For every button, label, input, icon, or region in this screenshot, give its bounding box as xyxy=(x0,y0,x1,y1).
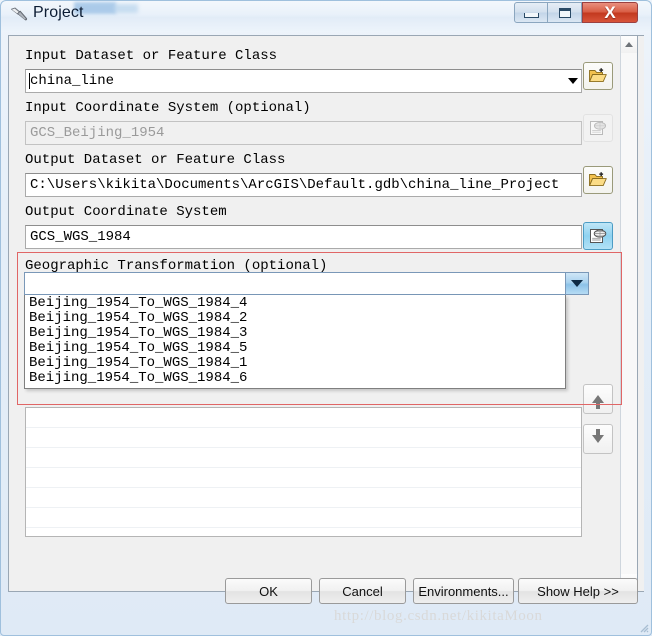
arrow-up-icon xyxy=(592,395,604,409)
input-dataset-combo[interactable]: china_line xyxy=(25,69,582,93)
title-bar-smudge-secondary xyxy=(114,4,138,13)
input-coordinate-system-value: GCS_Beijing_1954 xyxy=(30,125,165,141)
dropdown-option[interactable]: Beijing_1954_To_WGS_1984_2 xyxy=(25,311,565,326)
cancel-button[interactable]: Cancel xyxy=(319,578,406,604)
project-dialog-window: Project X Input Dataset or Feature Class… xyxy=(0,0,652,636)
coordinate-system-icon xyxy=(590,121,607,135)
maximize-button[interactable] xyxy=(548,2,582,23)
input-coordinate-system-label: Input Coordinate System (optional) xyxy=(25,100,311,116)
hammer-tool-icon xyxy=(11,7,28,21)
geographic-transformation-dropdown-button[interactable] xyxy=(565,273,588,294)
show-help-button[interactable]: Show Help >> xyxy=(518,578,638,604)
dropdown-option[interactable]: Beijing_1954_To_WGS_1984_3 xyxy=(25,326,565,341)
environments-button[interactable]: Environments... xyxy=(413,578,514,604)
title-bar[interactable]: Project X xyxy=(0,0,652,32)
maximize-icon xyxy=(558,7,571,18)
resize-grip-icon[interactable] xyxy=(637,621,649,633)
scroll-up-button[interactable] xyxy=(621,36,637,53)
list-item[interactable] xyxy=(26,488,581,508)
move-transformation-down-button[interactable] xyxy=(583,424,613,454)
output-coordinate-system-browse-button[interactable] xyxy=(583,222,613,250)
input-dataset-browse-button[interactable] xyxy=(583,62,613,90)
dialog-button-bar: OK Cancel Environments... Show Help >> xyxy=(0,578,652,618)
output-coordinate-system-label: Output Coordinate System xyxy=(25,204,227,220)
output-dataset-value: C:\Users\kikita\Documents\ArcGIS\Default… xyxy=(30,177,560,193)
ok-button[interactable]: OK xyxy=(225,578,312,604)
geographic-transformation-dropdown-list[interactable]: Beijing_1954_To_WGS_1984_4 Beijing_1954_… xyxy=(24,295,566,389)
output-coordinate-system-field[interactable]: GCS_WGS_1984 xyxy=(25,225,582,249)
open-folder-icon xyxy=(589,172,607,187)
geographic-transformation-combo[interactable] xyxy=(24,272,589,295)
watermark-text: http://blog.csdn.net/kikitaMoon xyxy=(334,608,543,624)
move-transformation-up-button[interactable] xyxy=(583,384,613,414)
list-item[interactable] xyxy=(26,508,581,528)
list-item[interactable] xyxy=(26,448,581,468)
list-item[interactable] xyxy=(26,468,581,488)
arrow-up-icon xyxy=(625,42,633,47)
coordinate-system-icon xyxy=(590,229,607,243)
output-coordinate-system-value: GCS_WGS_1984 xyxy=(30,229,131,245)
input-coordinate-system-browse-button xyxy=(583,114,613,142)
output-dataset-field[interactable]: C:\Users\kikita\Documents\ArcGIS\Default… xyxy=(25,173,582,197)
list-item[interactable] xyxy=(26,428,581,448)
input-dataset-dropdown-arrow[interactable] xyxy=(564,70,581,92)
dropdown-option[interactable]: Beijing_1954_To_WGS_1984_6 xyxy=(25,371,565,386)
output-dataset-browse-button[interactable] xyxy=(583,166,613,194)
transformation-listbox[interactable] xyxy=(25,407,582,537)
input-dataset-value: china_line xyxy=(30,73,115,89)
form-vertical-scrollbar[interactable] xyxy=(620,35,638,592)
text-caret xyxy=(29,73,30,89)
input-dataset-label: Input Dataset or Feature Class xyxy=(25,48,278,64)
dropdown-option[interactable]: Beijing_1954_To_WGS_1984_1 xyxy=(25,356,565,371)
list-item[interactable] xyxy=(26,408,581,428)
scrollbar-track[interactable] xyxy=(621,53,637,574)
window-title: Project xyxy=(33,4,84,21)
dropdown-option[interactable]: Beijing_1954_To_WGS_1984_4 xyxy=(25,296,565,311)
minimize-button[interactable] xyxy=(514,2,548,23)
close-icon: X xyxy=(604,3,616,22)
arrow-down-icon xyxy=(592,429,604,443)
output-dataset-label: Output Dataset or Feature Class xyxy=(25,152,286,168)
open-folder-icon xyxy=(589,68,607,83)
close-button[interactable]: X xyxy=(582,2,638,23)
chevron-down-icon xyxy=(567,78,578,84)
minimize-icon xyxy=(523,13,539,18)
input-coordinate-system-field: GCS_Beijing_1954 xyxy=(25,121,582,145)
chevron-down-icon xyxy=(571,280,583,287)
dropdown-option[interactable]: Beijing_1954_To_WGS_1984_5 xyxy=(25,341,565,356)
